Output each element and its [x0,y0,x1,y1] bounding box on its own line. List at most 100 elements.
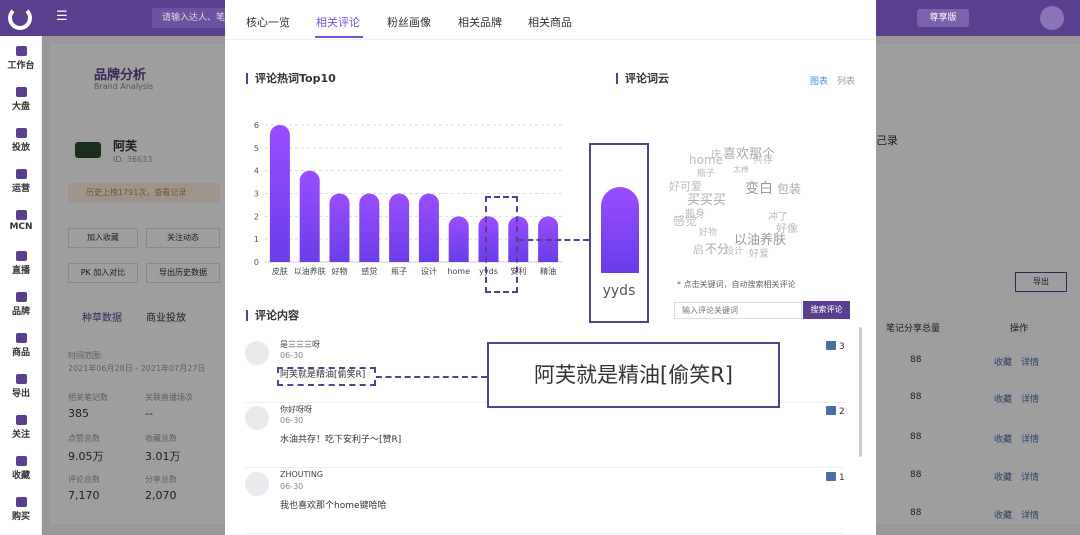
comment-text: 水油共存！吃下安利子～[赞R] [280,435,402,445]
cart-icon [15,497,27,507]
tab-brands[interactable]: 相关品牌 [458,14,502,30]
comments-title: 评论内容 [246,310,299,321]
x-tick-label: 好物 [332,266,348,276]
eye-icon [15,415,27,425]
plan-badge[interactable]: 尊享版 [917,9,969,27]
connector-line [518,239,589,241]
bar [329,193,350,262]
avatar [245,341,269,365]
pie-icon [15,87,27,97]
avatar [245,472,269,496]
scrollbar[interactable] [859,327,862,457]
thumb-up-icon [826,406,836,415]
box-icon [15,333,27,343]
chat-icon [15,169,27,179]
like-count[interactable]: 1 [826,472,845,483]
thumb-up-icon [826,472,836,481]
x-tick-label: 瓶子 [391,266,407,276]
bar [448,216,469,262]
sidebar-item-buy[interactable]: 购买 [0,497,42,522]
like-count[interactable]: 2 [826,406,845,417]
sidebar-item-ads[interactable]: 投放 [0,128,42,153]
avatar [245,406,269,430]
comment-item: ZHOUTING 06-30 我也喜欢那个home键哈哈 1 [245,470,845,534]
highlight-box [485,196,518,293]
building-icon [15,210,27,220]
wordcloud-title: 评论词云 [616,73,669,84]
sidebar-item-goods[interactable]: 商品 [0,333,42,358]
search-comments-button[interactable]: 搜索评论 [803,301,850,319]
heart-icon [15,456,27,466]
sidebar-item-mcn[interactable]: MCN [0,210,42,232]
hot-words-chart: 0123456皮肤 以油养肤 好物 感觉 瓶子 设计 home yyds 安利 精油 [254,121,563,276]
y-tick-label: 4 [254,167,259,176]
tab-goods[interactable]: 相关商品 [528,14,572,30]
comment-date: 06-30 [280,416,304,425]
user-avatar[interactable] [1040,6,1064,30]
y-tick-label: 2 [254,212,259,221]
sidebar-item-market[interactable]: 大盘 [0,87,42,112]
zoomed-bar [601,187,639,273]
text-highlight-box [277,367,376,386]
grid-icon [15,46,27,56]
bar [418,193,439,262]
comment-search-input[interactable] [674,302,802,319]
sidebar: 工作台 大盘 投放 运营 MCN 直播 品牌 商品 导出 关注 收藏 购买 [0,36,42,535]
list-toggle[interactable]: 列表 [837,74,855,87]
bar [389,193,410,262]
cloud-word[interactable]: 好爱 [749,245,769,260]
tab-comments[interactable]: 相关评论 [316,14,360,30]
sidebar-item-follow[interactable]: 关注 [0,415,42,440]
cloud-word[interactable]: home [689,153,723,167]
cloud-word[interactable]: 共存 [753,151,773,166]
tab-fans[interactable]: 粉丝画像 [387,14,431,30]
y-tick-label: 1 [254,235,259,244]
bar [269,125,290,262]
cloud-word[interactable]: 包装 [777,180,801,197]
callout-connector [376,376,487,378]
cloud-word[interactable]: 好物 [699,225,717,238]
x-tick-label: 皮肤 [272,266,288,276]
cloud-word[interactable]: 变白 [745,178,773,198]
x-tick-label: home [447,267,470,276]
chart-toggle[interactable]: 图表 [810,74,828,87]
sidebar-item-workbench[interactable]: 工作台 [0,46,42,71]
bag-icon [15,292,27,302]
thumb-up-icon [826,341,836,350]
sidebar-item-brand[interactable]: 品牌 [0,292,42,317]
tab-overview[interactable]: 核心一览 [246,14,290,30]
callout-box: 阿芙就是精油[偷笑R] [487,342,780,408]
bar [299,170,320,262]
zoom-label: yyds [602,283,636,299]
cloud-word[interactable]: 感觉 [673,212,697,229]
y-tick-label: 0 [254,258,259,267]
comment-user: 是三三三呀 [280,340,320,349]
comments-modal: 核心一览 相关评论 粉丝画像 相关品牌 相关商品 评论热词Top10 评论词云 … [225,0,876,535]
like-count[interactable]: 3 [826,341,845,352]
y-tick-label: 3 [254,190,259,199]
cloud-word[interactable]: 太棒 [733,164,749,175]
modal-tabs: 核心一览 相关评论 粉丝画像 相关品牌 相关商品 [225,0,876,40]
sidebar-item-export[interactable]: 导出 [0,374,42,399]
comment-user: 你好呀呀 [280,405,312,414]
sidebar-item-favorite[interactable]: 收藏 [0,456,42,481]
cloud-word[interactable]: 启 [693,241,704,257]
comment-user: ZHOUTING [280,470,324,479]
app-logo-icon[interactable] [8,6,32,30]
x-tick-label: 精油 [540,266,556,276]
x-tick-label: 设计 [421,266,437,276]
cloud-word[interactable]: 瓶子 [697,166,715,179]
y-tick-label: 6 [254,121,259,130]
active-tab-indicator [315,36,363,38]
sidebar-item-live[interactable]: 直播 [0,251,42,276]
menu-icon[interactable]: ☰ [56,10,70,23]
folder-icon [15,128,27,138]
comment-date: 06-30 [280,351,304,360]
tv-icon [15,251,27,261]
cloud-word[interactable]: 设计 [725,244,743,257]
sidebar-item-ops[interactable]: 运营 [0,169,42,194]
wordcloud-hint: * 点击关键词，自动搜索相关评论 [677,280,796,289]
export-icon [15,374,27,384]
top10-title: 评论热词Top10 [246,73,336,84]
comment-item: 你好呀呀 06-30 水油共存！吃下安利子～[赞R] 2 [245,405,845,468]
